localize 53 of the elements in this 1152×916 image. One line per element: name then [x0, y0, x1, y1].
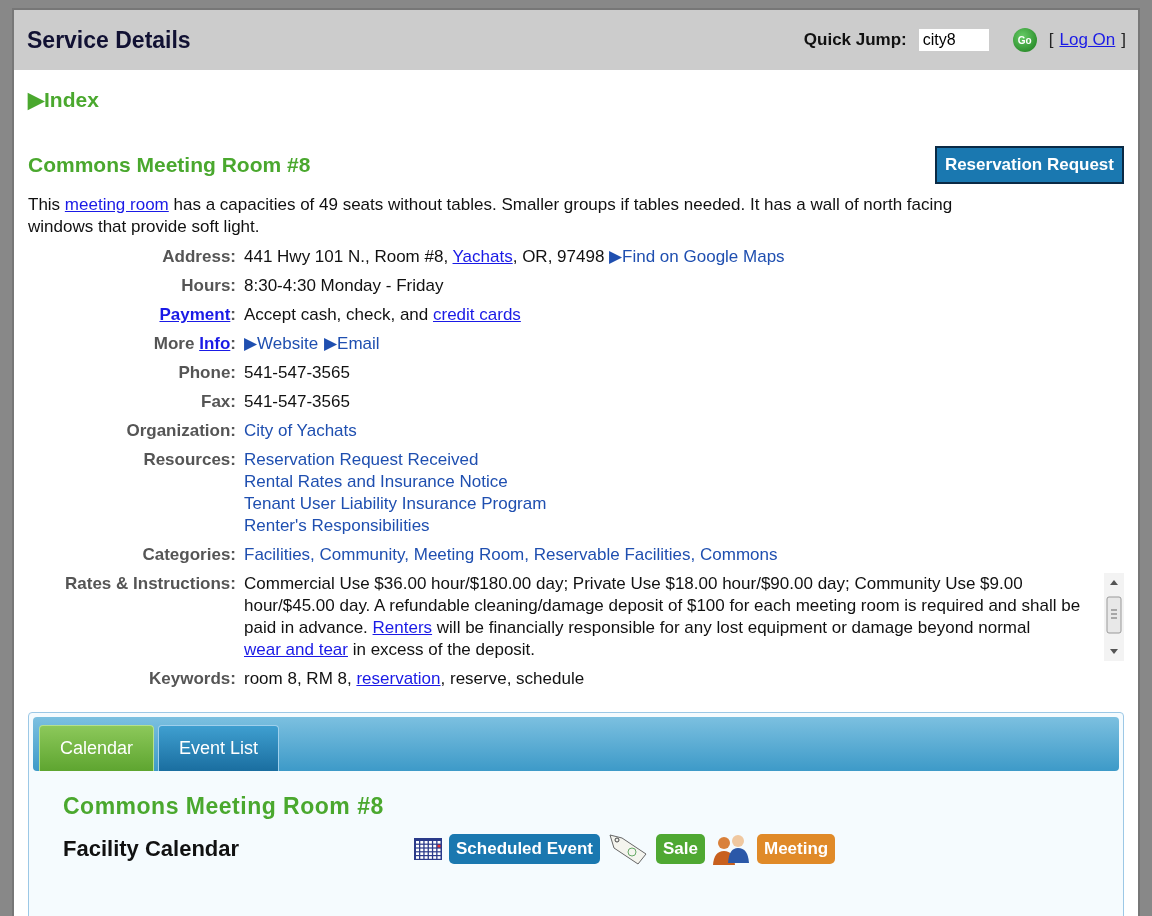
- scrollbar[interactable]: [1104, 573, 1124, 661]
- text-link[interactable]: Yachats: [452, 247, 513, 266]
- field-label: Address:: [161, 246, 236, 268]
- text-link[interactable]: meeting room: [64, 195, 169, 214]
- reservation-request-button[interactable]: Reservation Request: [934, 146, 1124, 184]
- bracket: ]: [1121, 30, 1126, 50]
- text-link[interactable]: credit cards: [433, 305, 521, 324]
- field-value: Commercial Use $36.00 hour/$180.00 day; Private Use $18.00 hour/$90.00 day; Community Use $9.00 hour/$45.00 day. A refundable cleaning/damage deposit of $100 for each meeting room is required and shall be paid in advance. Renters will be financially responsible for any lost equipment or damage beyond normal wear and tear in excess of the deposit.: [244, 573, 1082, 661]
- people-icon: [710, 832, 751, 866]
- text-link[interactable]: Renter's Responsibilities: [244, 516, 430, 535]
- text-link[interactable]: Facilities, Community, Meeting Room, Reservable Facilities, Commons: [244, 545, 778, 564]
- text-link[interactable]: wear and tear: [244, 640, 348, 659]
- calendar-icon: [413, 836, 443, 862]
- field-value: 8:30-4:30 Monday - Friday: [244, 275, 445, 297]
- page-title: Service Details: [27, 26, 191, 54]
- field-value: 541-547-3565: [244, 362, 351, 384]
- log-on-link[interactable]: Log On: [1059, 30, 1116, 50]
- text-link[interactable]: City of Yachats: [244, 421, 357, 440]
- text-link[interactable]: Rental Rates and Insurance Notice: [244, 472, 508, 491]
- field-value: 441 Hwy 101 N., Room #8, Yachats, OR, 97498 ▶Find on Google Maps: [244, 246, 786, 268]
- text-link[interactable]: ▶Website: [244, 334, 319, 353]
- field-label: Phone:: [177, 362, 236, 384]
- field-label: Fax:: [200, 391, 236, 413]
- text-link[interactable]: Reservation Request Received: [244, 450, 479, 469]
- text-link[interactable]: Info: [199, 334, 231, 353]
- field-value: room 8, RM 8, reservation, reserve, schedule: [244, 668, 586, 690]
- legend-badge: Meeting: [756, 834, 836, 864]
- field-value: 541-547-3565: [244, 391, 351, 413]
- field-label: Organization:: [125, 420, 236, 442]
- text-link[interactable]: ▶Email: [324, 334, 380, 353]
- calendar-title: Commons Meeting Room #8: [63, 793, 385, 820]
- text-link[interactable]: Tenant User Liability Insurance Program: [244, 494, 547, 513]
- text-link[interactable]: ▶Find on Google Maps: [609, 247, 785, 266]
- legend-badge: Sale: [656, 834, 705, 864]
- field-label: Rates & Instructions:: [64, 573, 236, 595]
- text-link[interactable]: Renters: [372, 618, 433, 637]
- bracket: [: [1048, 30, 1054, 50]
- text-link[interactable]: reservation: [356, 669, 441, 688]
- field-label: Categories:: [141, 544, 236, 566]
- field-label: Payment:: [158, 304, 236, 326]
- description: This meeting room has a capacities of 49 seats without tables. Smaller groups if tables needed. It has a wall of north facing windows that provide soft light.: [28, 194, 954, 238]
- quick-jump-field[interactable]: city8: [918, 29, 989, 51]
- calendar-subtitle: Facility Calendar: [63, 836, 241, 862]
- quick-jump-label: Quick Jump:: [803, 30, 907, 50]
- field-value: Accept cash, check, and credit cards: [244, 304, 522, 326]
- room-title: Commons Meeting Room #8: [28, 153, 311, 177]
- tab[interactable]: Event List: [158, 725, 280, 771]
- text-link[interactable]: Payment: [159, 305, 231, 324]
- field-label: Resources:: [142, 449, 236, 471]
- legend-badge: Scheduled Event: [449, 834, 600, 864]
- field-label: More Info:: [152, 333, 236, 355]
- field-label: Keywords:: [148, 668, 236, 690]
- field-label: Hours:: [180, 275, 236, 297]
